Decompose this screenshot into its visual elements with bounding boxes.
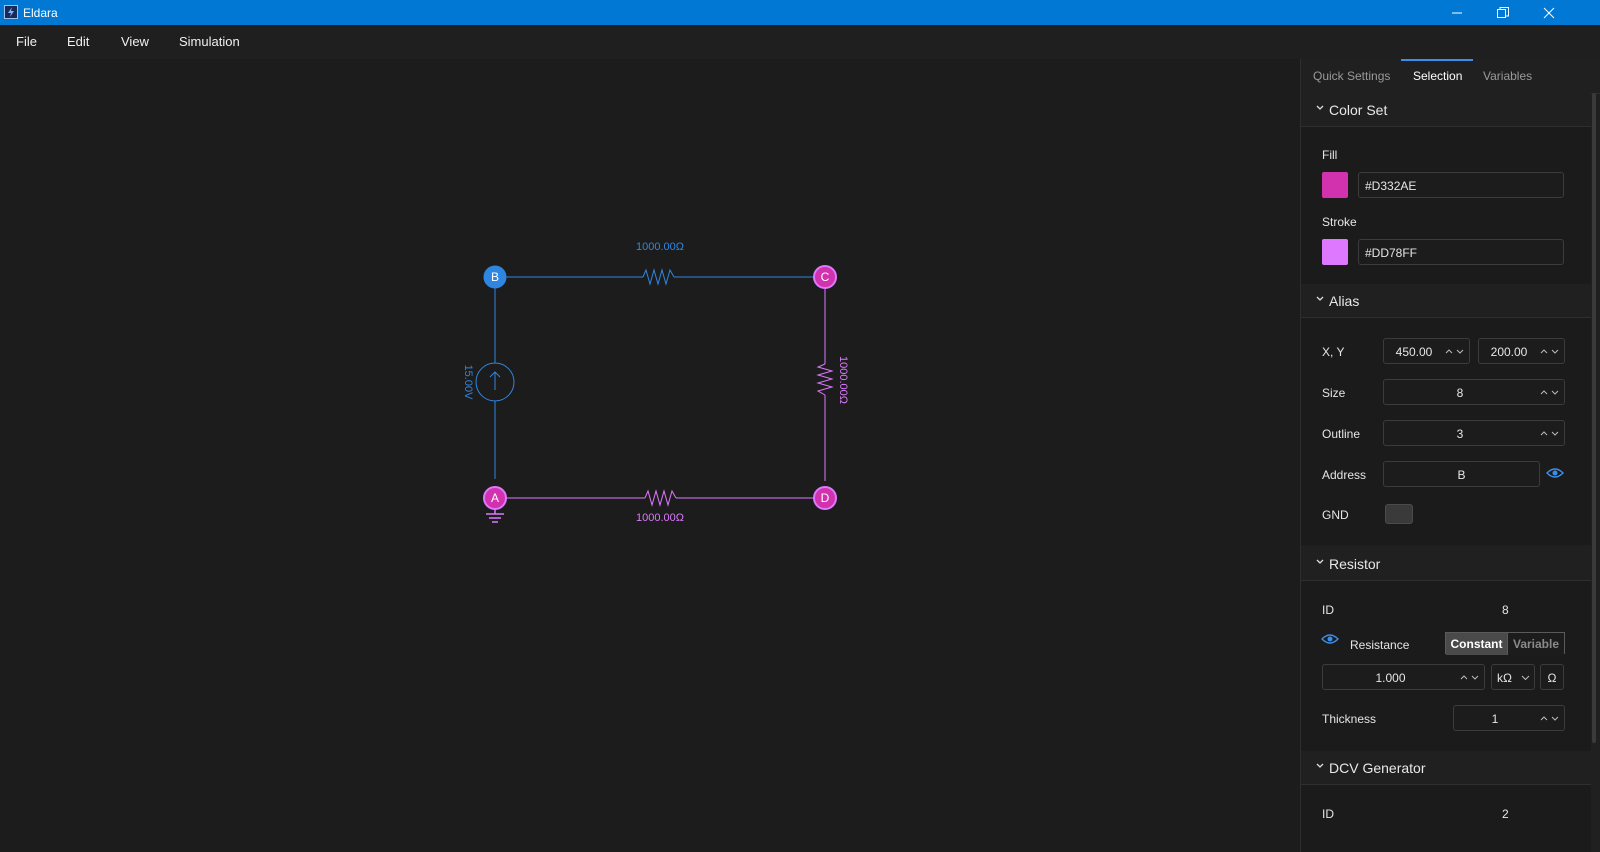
unit-select[interactable]: kΩ xyxy=(1491,664,1535,690)
alias-header[interactable]: Alias xyxy=(1301,284,1591,318)
dcv-id-label: ID xyxy=(1322,807,1334,821)
dcv-generator-header[interactable]: DCV Generator xyxy=(1301,751,1591,785)
node-a-label: A xyxy=(491,491,499,505)
eye-icon[interactable] xyxy=(1321,632,1339,646)
chevron-down-icon xyxy=(1316,763,1324,768)
dcv-generator-title: DCV Generator xyxy=(1329,760,1426,776)
top-resistor-symbol xyxy=(642,268,675,286)
menu-edit[interactable]: Edit xyxy=(67,34,89,49)
close-button[interactable] xyxy=(1526,0,1572,25)
top-resistor-label: 1000.00Ω xyxy=(636,241,684,253)
gnd-label: GND xyxy=(1322,508,1349,522)
stepper-arrows-icon xyxy=(1460,675,1479,680)
menu-view[interactable]: View xyxy=(121,34,149,49)
tab-quick-settings[interactable]: Quick Settings xyxy=(1313,69,1390,83)
resistance-mode-toggle: Constant Variable xyxy=(1445,632,1565,655)
stroke-color-input[interactable]: #DD78FF xyxy=(1358,239,1564,265)
color-set-title: Color Set xyxy=(1329,102,1388,118)
eye-icon[interactable] xyxy=(1546,466,1564,480)
dcv-id-value: 2 xyxy=(1502,807,1509,821)
size-label: Size xyxy=(1322,386,1346,400)
alias-title: Alias xyxy=(1329,293,1360,309)
properties-panel: Quick Settings Selection Variables Color… xyxy=(1300,59,1600,852)
node-b[interactable]: B xyxy=(483,265,507,289)
x-stepper[interactable]: 450.00 xyxy=(1383,338,1470,364)
minimize-button[interactable] xyxy=(1434,0,1480,25)
panel-scrollbar[interactable] xyxy=(1592,93,1596,743)
restore-button[interactable] xyxy=(1480,0,1526,25)
node-d[interactable]: D xyxy=(813,486,837,510)
tab-selection[interactable]: Selection xyxy=(1413,69,1462,83)
fill-color-swatch[interactable] xyxy=(1322,172,1348,198)
chevron-down-icon xyxy=(1316,559,1324,564)
menu-simulation[interactable]: Simulation xyxy=(179,34,240,49)
thickness-label: Thickness xyxy=(1322,712,1377,726)
ground-icon xyxy=(486,509,504,523)
resistor-section: ID 8 Resistance Constant Variable 1.000 … xyxy=(1301,581,1591,751)
stepper-arrows-icon xyxy=(1540,349,1559,354)
resistance-stepper[interactable]: 1.000 xyxy=(1322,664,1485,690)
fill-label: Fill xyxy=(1322,148,1338,162)
right-resistor-label: 1000.00Ω xyxy=(837,356,849,404)
app-logo-icon xyxy=(4,5,18,19)
alias-section: X, Y 450.00 200.00 Size 8 Outline 3 Addr… xyxy=(1301,318,1591,545)
outline-stepper[interactable]: 3 xyxy=(1383,420,1565,446)
thickness-stepper[interactable]: 1 xyxy=(1453,705,1565,731)
chevron-down-icon xyxy=(1521,675,1530,681)
resistance-label: Resistance xyxy=(1350,638,1410,652)
menu-bar: File Edit View Simulation xyxy=(0,25,1600,59)
node-c-label: C xyxy=(821,270,830,284)
circuit-canvas[interactable]: B C A D 1000.00Ω 1000.00Ω 1000.00Ω 15.00… xyxy=(0,59,1300,852)
close-icon xyxy=(1543,7,1555,18)
color-set-section: Fill #D332AE Stroke #DD78FF xyxy=(1301,127,1591,284)
top-wire[interactable] xyxy=(495,268,815,286)
right-resistor-symbol xyxy=(816,363,834,396)
resistor-id-label: ID xyxy=(1322,603,1334,617)
stepper-arrows-icon xyxy=(1445,349,1464,354)
chevron-down-icon xyxy=(1316,105,1324,110)
tab-variables[interactable]: Variables xyxy=(1483,69,1532,83)
source-label: 15.00V xyxy=(462,365,474,401)
stepper-arrows-icon xyxy=(1540,431,1559,436)
address-input[interactable]: B xyxy=(1383,461,1540,487)
stroke-label: Stroke xyxy=(1322,215,1357,229)
minimize-icon xyxy=(1452,12,1462,13)
size-stepper[interactable]: 8 xyxy=(1383,379,1565,405)
node-a[interactable]: A xyxy=(483,486,507,510)
stroke-color-swatch[interactable] xyxy=(1322,239,1348,265)
resistor-header[interactable]: Resistor xyxy=(1301,547,1591,581)
y-stepper[interactable]: 200.00 xyxy=(1478,338,1565,364)
restore-icon xyxy=(1497,6,1509,18)
menu-file[interactable]: File xyxy=(16,34,37,49)
node-b-label: B xyxy=(491,270,499,284)
resistor-id-value: 8 xyxy=(1502,603,1509,617)
bottom-wire[interactable] xyxy=(505,489,815,507)
color-set-header[interactable]: Color Set xyxy=(1301,93,1591,127)
resistor-title: Resistor xyxy=(1329,556,1381,572)
window-title: Eldara xyxy=(23,6,58,20)
stepper-arrows-icon xyxy=(1540,716,1559,721)
bottom-resistor-symbol xyxy=(644,489,677,507)
xy-label: X, Y xyxy=(1322,345,1345,359)
fill-color-input[interactable]: #D332AE xyxy=(1358,172,1564,198)
node-c[interactable]: C xyxy=(813,265,837,289)
active-tab-indicator xyxy=(1401,59,1473,61)
ohm-button[interactable]: Ω xyxy=(1540,664,1564,690)
gnd-checkbox[interactable] xyxy=(1385,504,1413,524)
constant-toggle[interactable]: Constant xyxy=(1446,633,1507,655)
dcv-generator-section: ID 2 xyxy=(1301,785,1591,852)
left-wire[interactable] xyxy=(475,285,515,479)
chevron-down-icon xyxy=(1316,296,1324,301)
address-label: Address xyxy=(1322,468,1367,482)
node-d-label: D xyxy=(821,491,830,505)
stepper-arrows-icon xyxy=(1540,390,1559,395)
variable-toggle[interactable]: Variable xyxy=(1507,633,1564,655)
outline-label: Outline xyxy=(1322,427,1361,441)
bottom-resistor-label: 1000.00Ω xyxy=(636,512,684,524)
right-wire[interactable] xyxy=(816,285,834,481)
title-bar: Eldara xyxy=(0,0,1600,25)
